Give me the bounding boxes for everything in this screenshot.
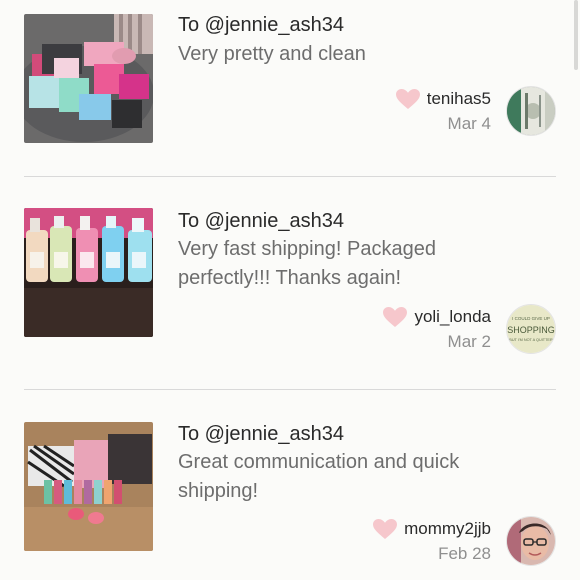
reviewer-username[interactable]: yoli_londa [414,307,491,327]
reviewer-username[interactable]: mommy2jjb [404,519,491,539]
lotion-bottles-photo-icon [24,208,153,337]
money-photo-icon [507,87,555,135]
review-date: Feb 28 [438,544,491,563]
recipient-line: To @jennie_ash34 [178,14,344,36]
clothing-photo-icon [24,14,153,143]
listing-thumbnail[interactable] [24,14,153,143]
heart-icon [395,89,420,109]
shopping-sign-photo-icon: I COULD GIVE UP SHOPPING BUT I'M NOT A Q… [507,305,555,353]
svg-text:SHOPPING: SHOPPING [507,325,555,335]
reviewer-username[interactable]: tenihas5 [427,89,491,109]
recipient-line: To @jennie_ash34 [178,423,344,445]
reviewer-meta: mommy2jjb Feb 28 [372,516,491,564]
review-comment: Very fast shipping! Packaged perfectly!!… [178,238,436,289]
reviewer-meta: tenihas5 Mar 4 [395,86,491,134]
reviewer-meta: yoli_londa Mar 2 [382,304,491,352]
svg-text:BUT I'M NOT A QUITTER: BUT I'M NOT A QUITTER [509,338,553,342]
listing-thumbnail[interactable] [24,208,153,337]
heart-icon [383,307,408,327]
review-item: To @jennie_ash34 Great communication and… [0,389,580,580]
selfie-photo-icon [507,517,555,565]
reviewer-avatar[interactable] [506,86,556,136]
review-date: Mar 4 [447,114,491,133]
review-comment: Great communication and quick shipping! [178,451,460,502]
divider [24,176,556,177]
review-item: To @jennie_ash34 Very pretty and clean t… [0,0,580,178]
review-date: Mar 2 [447,332,491,351]
review-item: To @jennie_ash34 Very fast shipping! Pac… [0,178,580,390]
listing-thumbnail[interactable] [24,422,153,551]
svg-text:I COULD GIVE UP: I COULD GIVE UP [512,316,550,321]
reviewer-avatar[interactable]: I COULD GIVE UP SHOPPING BUT I'M NOT A Q… [506,304,556,354]
review-comment: Very pretty and clean [178,43,366,65]
recipient-line: To @jennie_ash34 [178,210,344,232]
reviewer-avatar[interactable] [506,516,556,566]
heart-icon [373,519,398,539]
bundle-photo-icon [24,422,153,551]
